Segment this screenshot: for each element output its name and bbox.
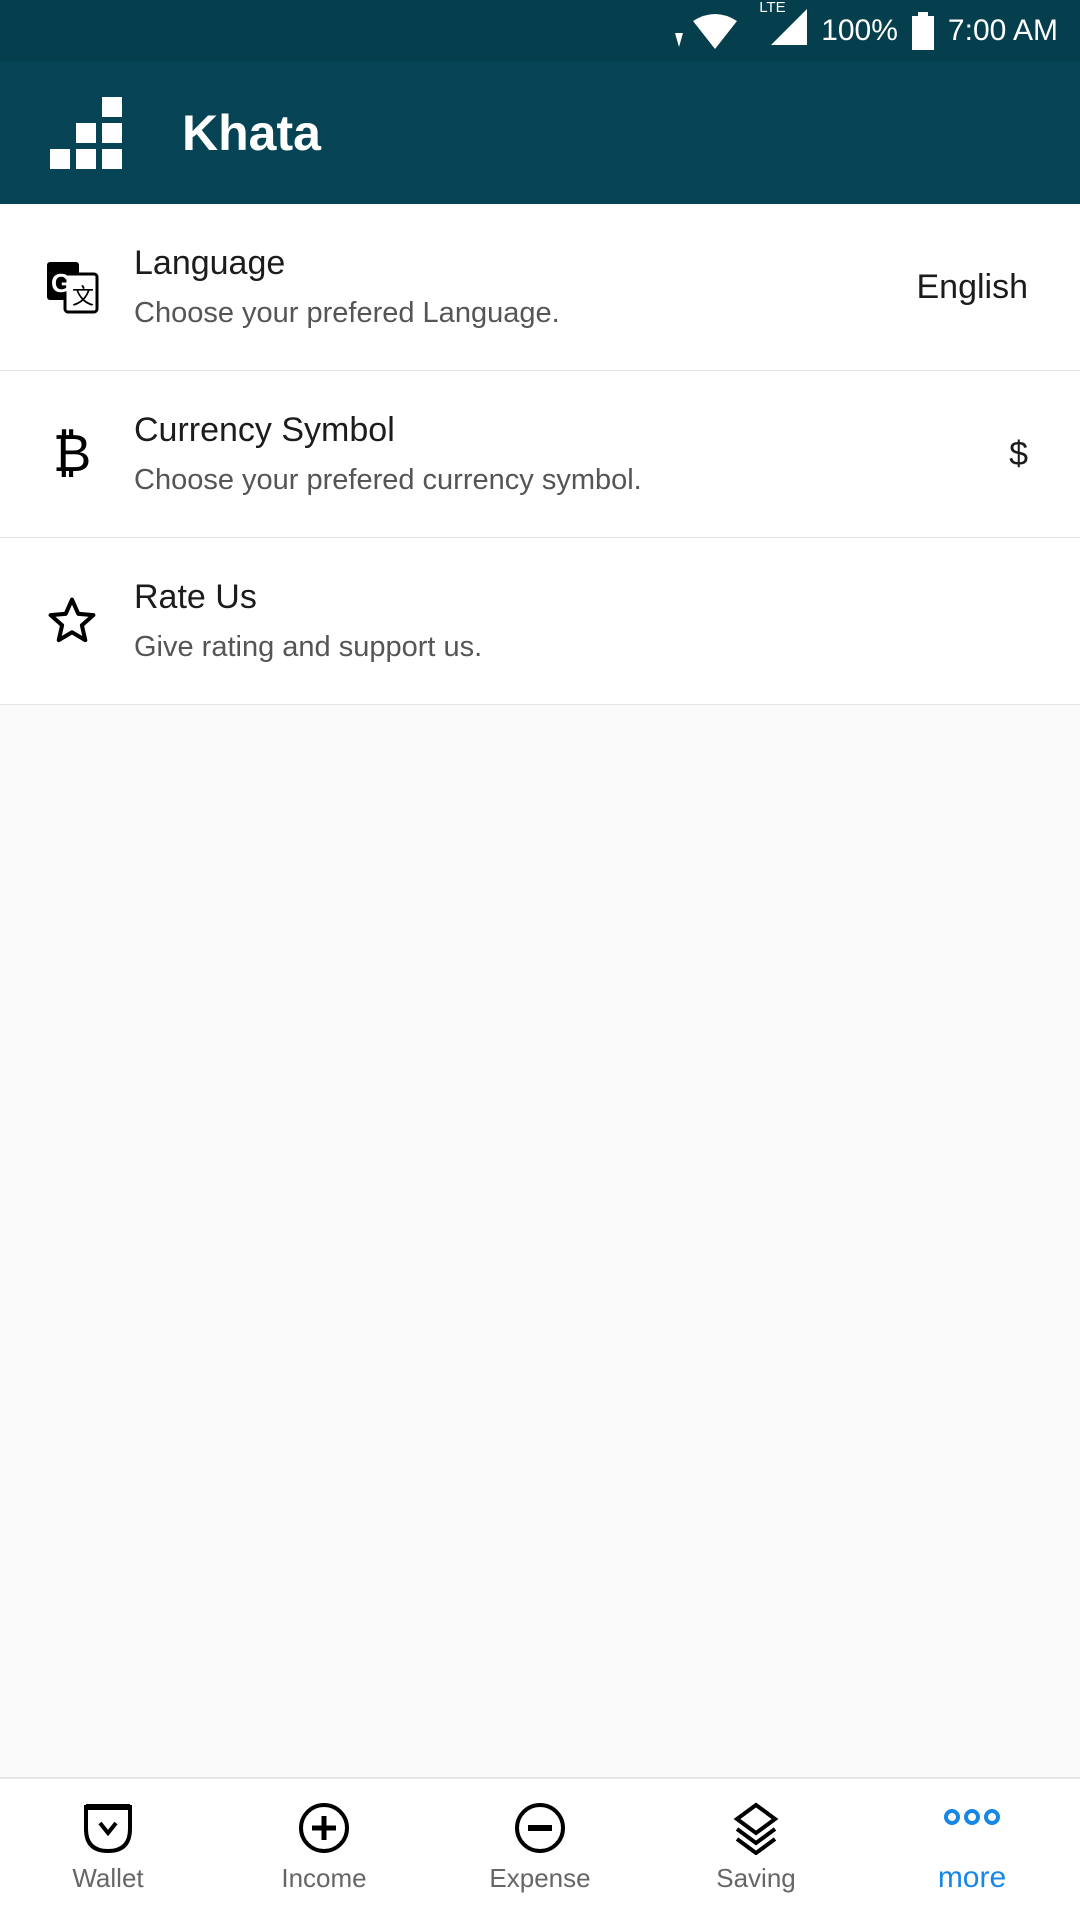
bitcoin-icon: ₿: [52, 424, 92, 484]
nav-label: more: [937, 1861, 1007, 1894]
setting-title: Rate Us: [134, 578, 257, 616]
nav-saving[interactable]: Saving: [648, 1779, 864, 1920]
settings-list: G文 Language Choose your prefered Language…: [0, 204, 1080, 705]
status-bar: LTE 100% 7:00 AM: [0, 0, 1080, 61]
setting-currency[interactable]: ₿ Currency Symbol Choose your prefered cu…: [0, 371, 1080, 538]
setting-title: Currency Symbol: [134, 411, 395, 449]
setting-value: English: [916, 267, 1028, 306]
wifi-icon: [675, 13, 738, 49]
translate-icon: G文: [44, 259, 100, 315]
nav-label: Expense: [489, 1863, 591, 1893]
nav-label: Saving: [716, 1863, 796, 1893]
setting-rate-us[interactable]: Rate Us Give rating and support us.: [0, 538, 1080, 705]
battery-icon: [911, 11, 934, 50]
signal-icon: LTE: [759, 0, 808, 55]
nav-label: Wallet: [72, 1863, 144, 1893]
minus-circle-icon: [515, 1803, 565, 1853]
app-logo-icon: [50, 96, 122, 169]
setting-language[interactable]: G文 Language Choose your prefered Language…: [0, 204, 1080, 371]
setting-value: $: [1009, 434, 1028, 473]
setting-subtitle: Give rating and support us.: [134, 631, 483, 663]
setting-subtitle: Choose your prefered Language.: [134, 297, 560, 329]
battery-percent: 100%: [821, 13, 898, 47]
network-type: LTE: [759, 0, 786, 16]
setting-title: Language: [134, 244, 286, 282]
setting-subtitle: Choose your prefered currency symbol.: [134, 464, 642, 496]
nav-label: Income: [281, 1863, 367, 1893]
app-title: Khata: [182, 104, 321, 161]
clock: 7:00 AM: [947, 13, 1058, 47]
nav-income[interactable]: Income: [216, 1779, 432, 1920]
svg-text:G: G: [51, 268, 71, 298]
nav-expense[interactable]: Expense: [432, 1779, 648, 1920]
nav-more[interactable]: more: [864, 1779, 1080, 1920]
plus-circle-icon: [299, 1803, 349, 1853]
bottom-nav: Wallet Income Expense Saving more: [0, 1777, 1080, 1920]
wallet-icon: [84, 1804, 132, 1854]
nav-wallet[interactable]: Wallet: [0, 1779, 216, 1920]
star-icon: [44, 593, 100, 649]
layers-icon: [733, 1802, 779, 1855]
svg-text:文: 文: [72, 285, 94, 310]
app-bar: Khata: [0, 61, 1080, 204]
more-icon: [944, 1809, 1000, 1825]
